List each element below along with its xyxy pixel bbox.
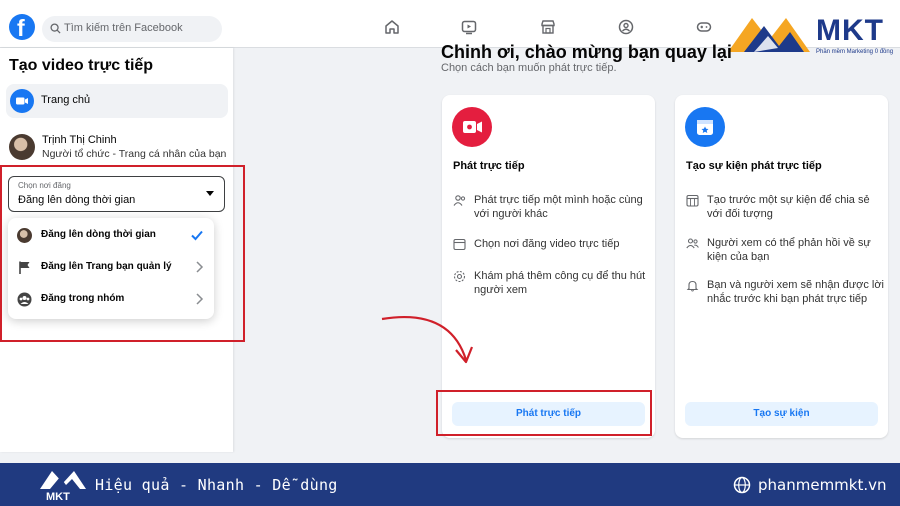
mkt-footer-logo-icon: MKT: [40, 471, 86, 503]
video-icon[interactable]: [461, 19, 477, 35]
search-input[interactable]: Tìm kiếm trên Facebook: [42, 16, 222, 42]
card-title: Tạo sự kiện phát trực tiếp: [686, 160, 822, 172]
window-icon: [453, 238, 466, 251]
feature-text: Chọn nơi đăng video trực tiếp: [474, 238, 620, 250]
globe-icon: [733, 476, 751, 494]
people-icon: [686, 238, 699, 249]
card-title: Phát trực tiếp: [453, 160, 525, 172]
groups-icon[interactable]: [618, 19, 634, 35]
mkt-brand-name: MKT: [816, 14, 884, 47]
search-placeholder: Tìm kiếm trên Facebook: [64, 22, 183, 34]
home-icon[interactable]: [384, 19, 400, 35]
user-avatar[interactable]: [9, 134, 35, 160]
footer-tagline: Hiệu quả - Nhanh - Dễ dùng: [95, 476, 338, 494]
marketplace-icon[interactable]: [540, 19, 556, 35]
gaming-icon[interactable]: [696, 19, 712, 35]
user-role: Người tổ chức - Trang cá nhân của bạn: [42, 148, 227, 160]
facebook-logo[interactable]: f: [9, 14, 35, 41]
welcome-subtitle: Chọn cách bạn muốn phát trực tiếp.: [441, 62, 617, 74]
search-icon: [50, 23, 61, 34]
settings-icon: [453, 270, 466, 283]
sidebar-item-label: Trang chủ: [41, 94, 91, 106]
feature-text: Khám phá thêm công cụ để thu hút người x…: [474, 270, 646, 296]
sidebar-item-home[interactable]: Trang chủ: [6, 84, 228, 118]
mkt-brand-tagline: Phần mềm Marketing 0 đồng: [816, 49, 894, 55]
highlight-box-go-live-button: [436, 390, 652, 436]
create-event-button[interactable]: Tạo sự kiện: [685, 402, 878, 426]
svg-text:MKT: MKT: [46, 491, 70, 503]
mkt-mountain-icon: [728, 18, 810, 52]
feature-text: Bạn và người xem sẽ nhận được lời nhắc t…: [707, 279, 885, 305]
feature-text: Phát trực tiếp một mình hoặc cùng với ng…: [474, 194, 643, 220]
sidebar-title: Tạo video trực tiếp: [9, 57, 154, 74]
calendar-star-icon: [685, 107, 725, 147]
welcome-heading: Chinh ơi, chào mừng bạn quay lại: [441, 42, 732, 62]
top-navigation-bar: f Tìm kiếm trên Facebook MKT Phần mềm Ma…: [0, 0, 900, 55]
footer-website[interactable]: phanmemmkt.vn: [758, 476, 887, 494]
facebook-logo-letter: f: [17, 15, 25, 41]
user-name: Trịnh Thị Chinh: [42, 134, 117, 146]
highlight-box-post-destination: [0, 165, 245, 342]
bell-icon: [686, 280, 699, 292]
curved-arrow-icon: [381, 315, 474, 364]
live-event-card[interactable]: Tạo sự kiện phát trực tiếp Tạo trước một…: [675, 95, 888, 438]
person-icon: [453, 195, 466, 206]
mkt-brand-logo: MKT Phần mềm Marketing 0 đồng: [724, 12, 900, 62]
go-live-card[interactable]: Phát trực tiếp Phát trực tiếp một mình h…: [442, 95, 655, 438]
live-video-icon: [452, 107, 492, 147]
feature-text: Tạo trước một sự kiện để chia sẻ với đối…: [707, 194, 870, 220]
live-camera-icon: [10, 89, 34, 113]
brand-footer: MKT Hiệu quả - Nhanh - Dễ dùng phanmemmk…: [0, 463, 900, 506]
calendar-icon: [686, 194, 699, 207]
feature-text: Người xem có thể phản hồi về sự kiện của…: [707, 237, 871, 263]
